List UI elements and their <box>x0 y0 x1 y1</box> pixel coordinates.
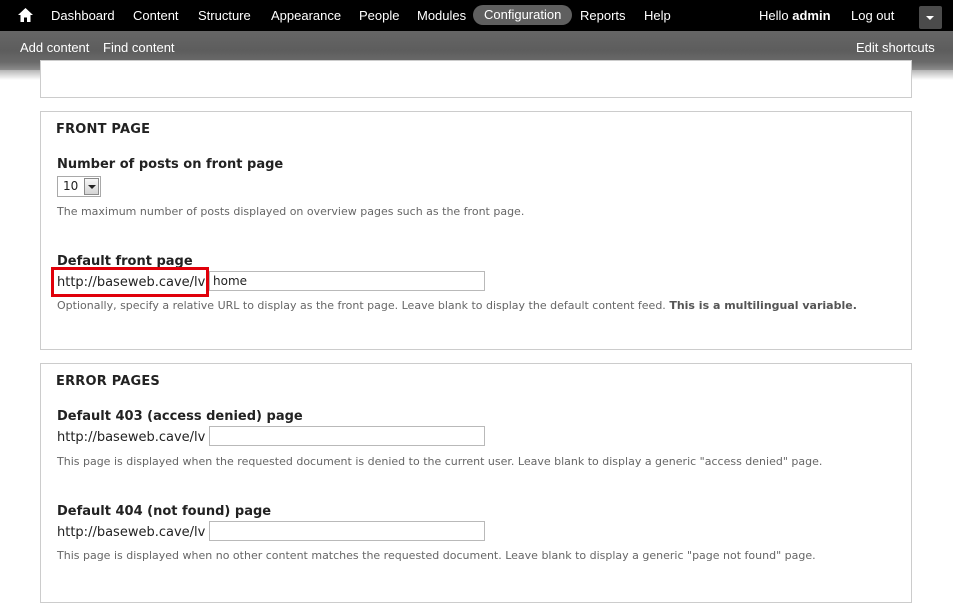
username[interactable]: admin <box>792 8 830 23</box>
error-pages-legend: ERROR PAGES <box>56 374 160 389</box>
toolbar-item-people[interactable]: People <box>359 0 399 31</box>
hello-user: Hello admin <box>759 0 831 31</box>
hello-prefix: Hello <box>759 8 789 23</box>
toolbar-item-help[interactable]: Help <box>644 0 671 31</box>
front-page-legend: FRONT PAGE <box>56 122 151 137</box>
highlight-annotation <box>51 267 209 297</box>
404-prefix: http://baseweb.cave/lv <box>57 525 206 540</box>
403-description: This page is displayed when the requeste… <box>57 455 823 468</box>
shortcuts-toggle-button[interactable] <box>919 6 942 29</box>
error-pages-fieldset: ERROR PAGES Default 403 (access denied) … <box>40 363 912 603</box>
toolbar-item-structure[interactable]: Structure <box>198 0 251 31</box>
toolbar-item-reports[interactable]: Reports <box>580 0 626 31</box>
toolbar-item-modules[interactable]: Modules <box>417 0 466 31</box>
toolbar-item-configuration[interactable]: Configuration <box>473 5 573 25</box>
posts-select-value: 10 <box>63 179 79 193</box>
toolbar-item-appearance[interactable]: Appearance <box>271 0 341 31</box>
default-front-input[interactable] <box>209 271 485 291</box>
logout-link[interactable]: Log out <box>851 0 894 31</box>
previous-fieldset <box>40 60 912 98</box>
404-input[interactable] <box>209 521 485 541</box>
403-prefix: http://baseweb.cave/lv <box>57 430 206 445</box>
front-page-fieldset: FRONT PAGE Number of posts on front page… <box>40 111 912 350</box>
default-front-desc-text: Optionally, specify a relative URL to di… <box>57 299 666 312</box>
404-description: This page is displayed when no other con… <box>57 549 816 562</box>
404-label: Default 404 (not found) page <box>57 504 272 519</box>
403-label: Default 403 (access denied) page <box>57 409 303 424</box>
posts-description: The maximum number of posts displayed on… <box>57 205 525 218</box>
home-icon[interactable] <box>18 8 33 22</box>
posts-label: Number of posts on front page <box>57 157 284 172</box>
default-front-description: Optionally, specify a relative URL to di… <box>57 299 857 312</box>
posts-select[interactable]: 10 <box>57 176 101 197</box>
toolbar-item-dashboard[interactable]: Dashboard <box>51 0 115 31</box>
admin-toolbar: Dashboard Content Structure Appearance P… <box>0 0 953 31</box>
chevron-down-icon[interactable] <box>84 178 99 195</box>
multilingual-note: This is a multilingual variable. <box>669 299 857 312</box>
403-input[interactable] <box>209 426 485 446</box>
toolbar-item-content[interactable]: Content <box>133 0 179 31</box>
